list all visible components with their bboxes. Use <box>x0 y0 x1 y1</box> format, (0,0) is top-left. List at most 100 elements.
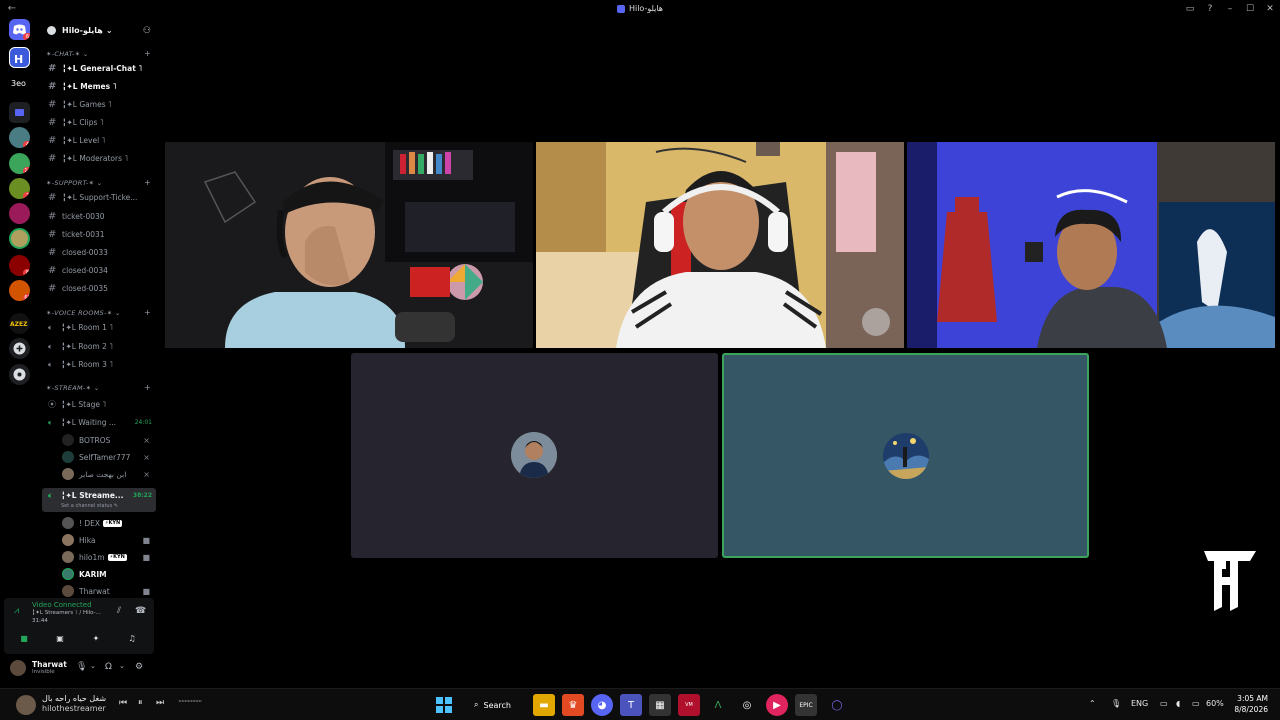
participant-tile-2-speaking[interactable] <box>722 353 1089 558</box>
store-icon[interactable]: ▦ <box>649 694 671 716</box>
add-channel-icon[interactable]: + <box>144 48 151 60</box>
channel-ticket-0030[interactable]: # ticket-0030 <box>42 209 156 225</box>
server-avatar-2[interactable]: 14 <box>9 153 30 174</box>
channel-games[interactable]: # ╏✦L Games ˥ <box>42 97 156 113</box>
voice-elapsed: 31:44 <box>32 618 48 624</box>
inbox-icon[interactable]: ▭ <box>1180 4 1200 14</box>
server-avatar-8[interactable]: AZEZ <box>9 313 30 334</box>
channel-closed-0033[interactable]: # closed-0033 <box>42 245 156 261</box>
microphone-tray-icon[interactable]: 🎙︎ <box>1111 699 1121 708</box>
voice-member[interactable]: ! DEX ⚡KYN <box>62 515 154 531</box>
server-avatar-5[interactable] <box>9 228 30 249</box>
direct-messages-icon[interactable]: 6 <box>9 19 30 40</box>
channel-clips[interactable]: # ╏✦L Clips ˥ <box>42 115 156 131</box>
server-hilo-icon[interactable]: H <box>9 47 30 68</box>
add-channel-icon[interactable]: + <box>144 382 151 394</box>
headphones-icon[interactable]: Ω <box>105 662 112 672</box>
category-support[interactable]: ✶-SUPPORT-✶ ⌄ + <box>46 177 151 189</box>
category-voice-rooms[interactable]: ✶-VOICE ROOMS-✶ ⌄ + <box>46 307 151 319</box>
voice-member[interactable]: SelfTamer777 ⨯ <box>62 449 154 465</box>
server-avatar-6[interactable]: 8 <box>9 255 30 276</box>
video-button[interactable]: ■ <box>8 630 40 646</box>
category-chat[interactable]: ✶-CHAT-✶ ⌄ + <box>46 48 151 60</box>
add-channel-icon[interactable]: + <box>144 307 151 319</box>
language-indicator[interactable]: ENG <box>1131 699 1148 708</box>
video-tile-1[interactable] <box>165 142 533 348</box>
chevron-up-icon[interactable]: ⌃ <box>1089 699 1096 708</box>
channel-memes[interactable]: # ╏✦L Memes ˥ <box>42 79 156 95</box>
user-avatar[interactable] <box>10 660 26 676</box>
explore-icon[interactable] <box>9 364 30 385</box>
voice-member[interactable]: Hika ■ <box>62 532 154 548</box>
channel-support-ticket[interactable]: # ╏✦L Support-Ticke... <box>42 190 156 206</box>
epic-games-icon[interactable]: EPIC <box>795 694 817 716</box>
channel-level[interactable]: # ╏✦L Level ˥ <box>42 133 156 149</box>
video-tile-3[interactable] <box>907 142 1275 348</box>
close-button[interactable]: ✕ <box>1260 4 1280 14</box>
battery-icon[interactable]: ▭ <box>1192 699 1200 708</box>
voice-channel-path[interactable]: ╏✦L Streamers ˥ / Hilo-... <box>32 610 101 616</box>
voicemeeter-icon[interactable]: VM <box>678 694 700 716</box>
assistant-icon[interactable]: ◯ <box>826 694 848 716</box>
channel-general-chat[interactable]: # ╏✦L General-Chat ˥ <box>42 61 156 77</box>
maximize-button[interactable]: ☐ <box>1240 4 1260 14</box>
server-avatar-4[interactable] <box>9 203 30 224</box>
channel-status[interactable]: Set a channel status ✎ <box>61 503 118 509</box>
soundboard-button[interactable]: ♫ <box>116 630 148 646</box>
nvidia-icon[interactable]: Ʌ <box>707 694 729 716</box>
brave-browser-icon[interactable]: ♛ <box>562 694 584 716</box>
channel-closed-0035[interactable]: # closed-0035 <box>42 281 156 297</box>
add-channel-icon[interactable]: + <box>144 177 151 189</box>
channel-moderators[interactable]: # ╏✦L Moderators ˥ <box>42 151 156 167</box>
voice-room-1[interactable]: 🔈︎ ╏✦L Room 1 ˥ <box>42 320 156 336</box>
server-3eo-icon[interactable]: 3eo <box>9 72 30 93</box>
noise-suppression-icon[interactable]: ⫽ <box>117 606 121 616</box>
previous-track-icon[interactable]: ⏮ <box>119 698 127 708</box>
discord-app-icon[interactable]: ◕ <box>591 694 613 716</box>
guild-header[interactable]: Hilo-هايلو ⌄ ⚇ <box>38 17 159 44</box>
video-tile-2[interactable] <box>536 142 904 348</box>
channel-closed-0034[interactable]: # closed-0034 <box>42 263 156 279</box>
voice-room-2[interactable]: 🔈︎ ╏✦L Room 2 ˥ <box>42 339 156 355</box>
next-track-icon[interactable]: ⏭ <box>156 698 164 708</box>
volume-icon[interactable]: ◖ <box>1176 699 1180 708</box>
stage-channel[interactable]: ⦿ ╏✦L Stage ˥ <box>42 397 156 413</box>
server-avatar-7[interactable]: 68 <box>9 280 30 301</box>
participant-tile-1[interactable] <box>351 353 718 558</box>
channel-ticket-0031[interactable]: # ticket-0031 <box>42 227 156 243</box>
add-server-icon[interactable] <box>9 338 30 359</box>
taskbar-search[interactable]: ⌕ Search <box>466 695 528 715</box>
settings-gear-icon[interactable]: ⚙ <box>135 662 143 672</box>
voice-member[interactable]: Tharwat ■ <box>62 583 154 599</box>
voice-waiting[interactable]: 🔈︎ ╏✦L Waiting ... 24:01 <box>42 415 156 431</box>
voice-room-3[interactable]: 🔈︎ ╏✦L Room 3 ˥ <box>42 357 156 373</box>
chevron-down-icon[interactable]: ⌄ <box>90 662 96 670</box>
file-explorer-icon[interactable]: ▬ <box>533 694 555 716</box>
voice-member[interactable]: BOTROS ⨯ <box>62 432 154 448</box>
teams-icon[interactable]: T <box>620 694 642 716</box>
person-add-icon[interactable]: ⚇ <box>143 26 151 36</box>
disconnect-icon[interactable]: ☎ <box>135 606 146 616</box>
folder-icon[interactable] <box>9 102 30 123</box>
screen-share-button[interactable]: ▣ <box>44 630 76 646</box>
server-avatar-1[interactable]: 4 <box>9 127 30 148</box>
media-player-icon[interactable]: ▶ <box>766 694 788 716</box>
text-channel-icon: # <box>48 192 57 203</box>
signal-icon[interactable]: ⩘ <box>14 606 19 616</box>
voice-member[interactable]: ابن بهجت صابر ⨯ <box>62 466 154 482</box>
minimize-button[interactable]: – <box>1220 4 1240 14</box>
pause-icon[interactable]: ⏸ <box>138 698 143 708</box>
voice-member[interactable]: hilo1m ⚡KYN ■ <box>62 549 154 565</box>
display-icon[interactable]: ▭ <box>1160 699 1168 708</box>
server-avatar-3[interactable]: 2 <box>9 178 30 199</box>
activities-button[interactable]: ✦ <box>80 630 112 646</box>
media-thumbnail[interactable] <box>16 695 36 715</box>
chevron-down-icon[interactable]: ⌄ <box>119 662 125 670</box>
obs-icon[interactable]: ◎ <box>736 694 758 716</box>
system-clock[interactable]: 3:05 AM 8/8/2026 <box>1226 693 1268 715</box>
category-stream[interactable]: ✶-STREAM-✶ ⌄ + <box>46 382 151 394</box>
microphone-icon[interactable]: 🎙︎ <box>76 662 87 672</box>
voice-member[interactable]: KARIM <box>62 566 154 582</box>
windows-start-icon[interactable] <box>433 694 455 716</box>
help-icon[interactable]: ? <box>1200 4 1220 14</box>
